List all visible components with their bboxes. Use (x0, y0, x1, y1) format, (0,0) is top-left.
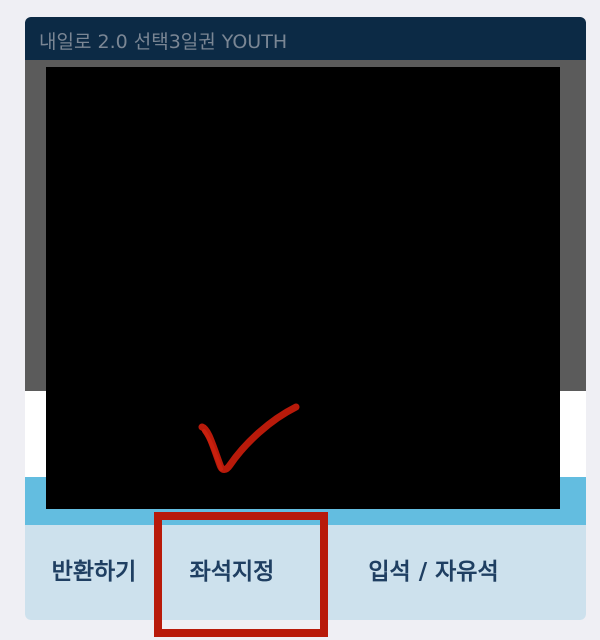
standing-free-seat-button[interactable]: 입석 / 자유석 (321, 525, 546, 620)
ticket-title: 내일로 2.0 선택3일권 YOUTH (39, 31, 288, 53)
checkmark-icon (198, 403, 300, 473)
return-button[interactable]: 반환하기 (25, 525, 163, 620)
ticket-header: 내일로 2.0 선택3일권 YOUTH (25, 17, 586, 60)
seat-button-highlight (154, 512, 328, 637)
